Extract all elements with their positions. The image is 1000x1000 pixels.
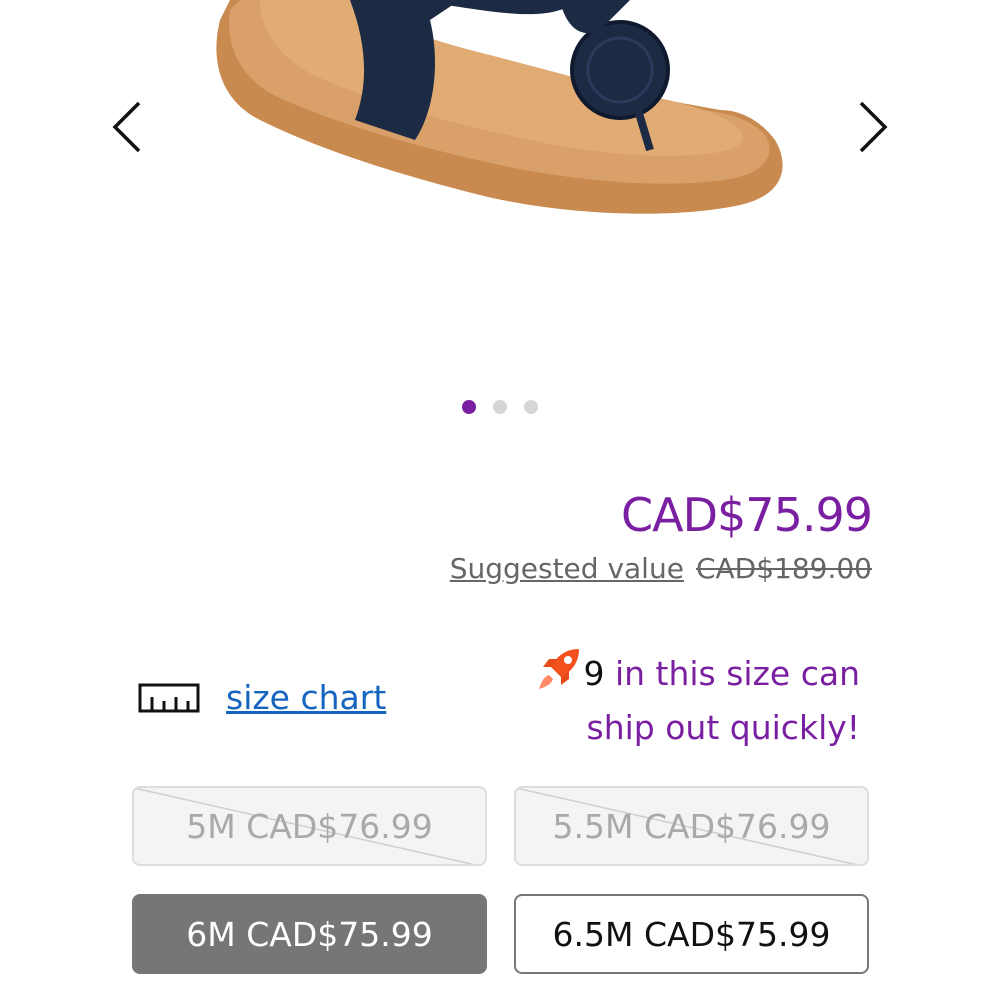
product-image-carousel <box>0 0 1000 440</box>
previous-image-button[interactable] <box>96 92 156 162</box>
carousel-dot-1[interactable] <box>462 400 476 414</box>
size-chart-link-group[interactable]: size chart <box>138 678 386 717</box>
shipping-message: in this size can ship out quickly! <box>586 654 860 747</box>
size-option-label: 5M CAD$76.99 <box>186 806 433 846</box>
chevron-left-icon <box>112 101 141 153</box>
rocket-icon <box>539 649 580 689</box>
original-price: CAD$189.00 <box>695 552 872 585</box>
carousel-dot-2[interactable] <box>493 400 507 414</box>
size-option-5m[interactable]: 5M CAD$76.99 <box>132 786 487 866</box>
current-price: CAD$75.99 <box>621 488 873 542</box>
size-option-6-5m[interactable]: 6.5M CAD$75.99 <box>514 894 869 974</box>
size-option-5-5m[interactable]: 5.5M CAD$76.99 <box>514 786 869 866</box>
carousel-dot-3[interactable] <box>524 400 538 414</box>
suggested-value-link[interactable]: Suggested value <box>450 552 684 585</box>
ruler-icon <box>138 683 200 712</box>
stock-count: 9 <box>583 654 605 693</box>
fast-shipping-notice: 9 in this size can ship out quickly! <box>500 645 860 755</box>
size-option-label: 5.5M CAD$76.99 <box>552 806 831 846</box>
suggested-value-row: Suggested value CAD$189.00 <box>450 552 872 585</box>
carousel-pagination <box>0 400 1000 414</box>
size-option-label: 6M CAD$75.99 <box>186 914 433 954</box>
size-option-6m[interactable]: 6M CAD$75.99 <box>132 894 487 974</box>
size-option-label: 6.5M CAD$75.99 <box>552 914 831 954</box>
chevron-right-icon <box>859 101 888 153</box>
next-image-button[interactable] <box>844 92 904 162</box>
size-chart-link[interactable]: size chart <box>226 678 386 717</box>
size-options: 5M CAD$76.99 5.5M CAD$76.99 6M CAD$75.99… <box>132 786 869 974</box>
product-image[interactable] <box>200 0 800 260</box>
